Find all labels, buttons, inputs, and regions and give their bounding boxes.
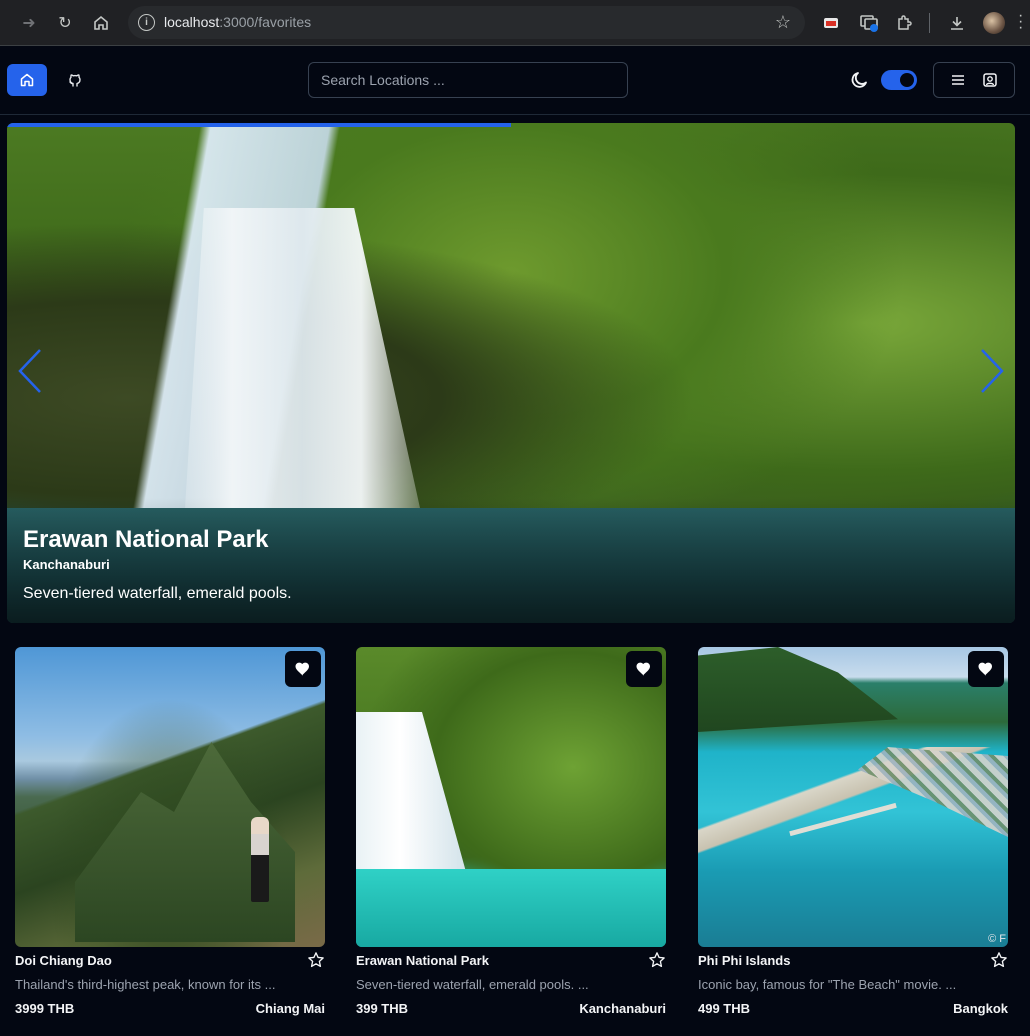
waterfall	[356, 712, 466, 872]
profile-avatar[interactable]	[983, 12, 1005, 34]
toolbar-divider	[929, 13, 930, 33]
island-hill	[698, 647, 898, 732]
hero-carousel[interactable]: Erawan National Park Kanchanaburi Seven-…	[7, 123, 1015, 623]
back-arrow-icon[interactable]: ➜	[18, 12, 40, 34]
browser-toolbar: ➜ ↻ i localhost:3000/favorites ☆ · · ·	[0, 0, 1030, 46]
browser-home-icon[interactable]	[90, 12, 112, 34]
user-menu-button[interactable]	[933, 62, 1015, 98]
star-icon[interactable]	[990, 951, 1008, 969]
extension-icon[interactable]	[820, 12, 842, 34]
toggle-knob	[900, 73, 914, 87]
cast-tab-icon[interactable]	[858, 12, 880, 34]
favorite-button[interactable]	[285, 651, 321, 687]
bookmark-star-icon[interactable]: ☆	[775, 12, 791, 33]
location-card[interactable]: Erawan National Park Seven-tiered waterf…	[356, 647, 666, 1016]
hero-image-waterfall	[185, 208, 420, 508]
hiker-figure	[251, 817, 269, 902]
extensions-puzzle-icon[interactable]	[893, 12, 915, 34]
card-image[interactable]	[15, 647, 325, 947]
card-description: Iconic bay, famous for "The Beach" movie…	[698, 977, 957, 992]
card-description: Thailand's third-highest peak, known for…	[15, 977, 276, 992]
location-card[interactable]: Doi Chiang Dao Thailand's third-highest …	[15, 647, 325, 1016]
dark-mode-toggle[interactable]	[881, 70, 917, 90]
star-icon[interactable]	[307, 951, 325, 969]
user-square-icon	[983, 73, 997, 87]
home-button[interactable]	[7, 64, 47, 96]
heart-icon	[636, 662, 650, 676]
github-button[interactable]	[59, 64, 91, 96]
card-image[interactable]: © F	[698, 647, 1008, 947]
location-card[interactable]: © F Phi Phi Islands Iconic bay, famous f…	[698, 647, 1008, 1016]
card-province: Bangkok	[953, 1001, 1008, 1016]
address-bar[interactable]: i localhost:3000/favorites ☆	[128, 6, 805, 39]
search-input[interactable]	[308, 62, 628, 98]
image-credit: © F	[988, 933, 1006, 945]
card-description: Seven-tiered waterfall, emerald pools. .…	[356, 977, 589, 992]
star-icon[interactable]	[648, 951, 666, 969]
heart-icon	[978, 662, 992, 676]
hero-title: Erawan National Park	[23, 526, 269, 553]
card-image[interactable]	[356, 647, 666, 947]
home-icon	[20, 73, 34, 87]
card-province: Chiang Mai	[255, 1001, 325, 1016]
card-price: 499 THB	[698, 1001, 751, 1016]
favorite-button[interactable]	[968, 651, 1004, 687]
card-title: Phi Phi Islands	[698, 953, 791, 968]
card-province: Kanchanaburi	[579, 1001, 666, 1016]
favorite-button[interactable]	[626, 651, 662, 687]
site-info-icon[interactable]: i	[138, 14, 155, 31]
hero-description: Seven-tiered waterfall, emerald pools.	[23, 585, 292, 602]
card-price: 3999 THB	[15, 1001, 75, 1016]
card-title: Erawan National Park	[356, 953, 489, 968]
card-price: 399 THB	[356, 1001, 409, 1016]
carousel-prev-icon[interactable]	[15, 348, 45, 394]
moon-icon[interactable]	[849, 69, 871, 91]
reload-icon[interactable]: ↻	[54, 12, 76, 34]
app-navbar	[0, 47, 1030, 115]
carousel-next-icon[interactable]	[977, 348, 1007, 394]
github-icon	[69, 74, 81, 87]
downloads-icon[interactable]	[946, 12, 968, 34]
browser-menu-icon[interactable]: · · ·	[1018, 8, 1023, 36]
url-text: localhost:3000/favorites	[164, 14, 312, 30]
card-title: Doi Chiang Dao	[15, 953, 112, 968]
heart-icon	[295, 662, 309, 676]
hero-location: Kanchanaburi	[23, 557, 110, 572]
hamburger-icon	[952, 75, 964, 85]
carousel-progress-bar	[7, 123, 511, 127]
emerald-pool	[356, 869, 666, 947]
